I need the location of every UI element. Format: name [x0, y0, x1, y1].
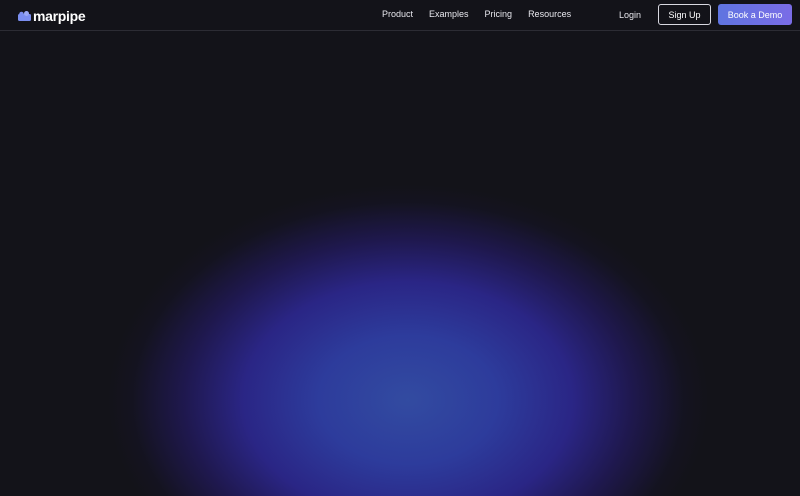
nav-link-pricing[interactable]: Pricing — [485, 9, 513, 19]
primary-nav: Product Examples Pricing Resources — [382, 9, 571, 19]
top-navigation-bar: marpipe Product Examples Pricing Resourc… — [0, 0, 800, 31]
brand-name: marpipe — [33, 8, 86, 24]
nav-link-examples[interactable]: Examples — [429, 9, 469, 19]
book-demo-button[interactable]: Book a Demo — [718, 4, 792, 25]
nav-link-product[interactable]: Product — [382, 9, 413, 19]
login-link[interactable]: Login — [619, 10, 641, 20]
hero-glow-background — [0, 30, 800, 496]
page: marpipe Product Examples Pricing Resourc… — [0, 0, 800, 496]
marpipe-logo-icon — [18, 11, 31, 21]
nav-link-resources[interactable]: Resources — [528, 9, 571, 19]
sign-up-button[interactable]: Sign Up — [658, 4, 711, 25]
brand-logo[interactable]: marpipe — [18, 8, 86, 24]
